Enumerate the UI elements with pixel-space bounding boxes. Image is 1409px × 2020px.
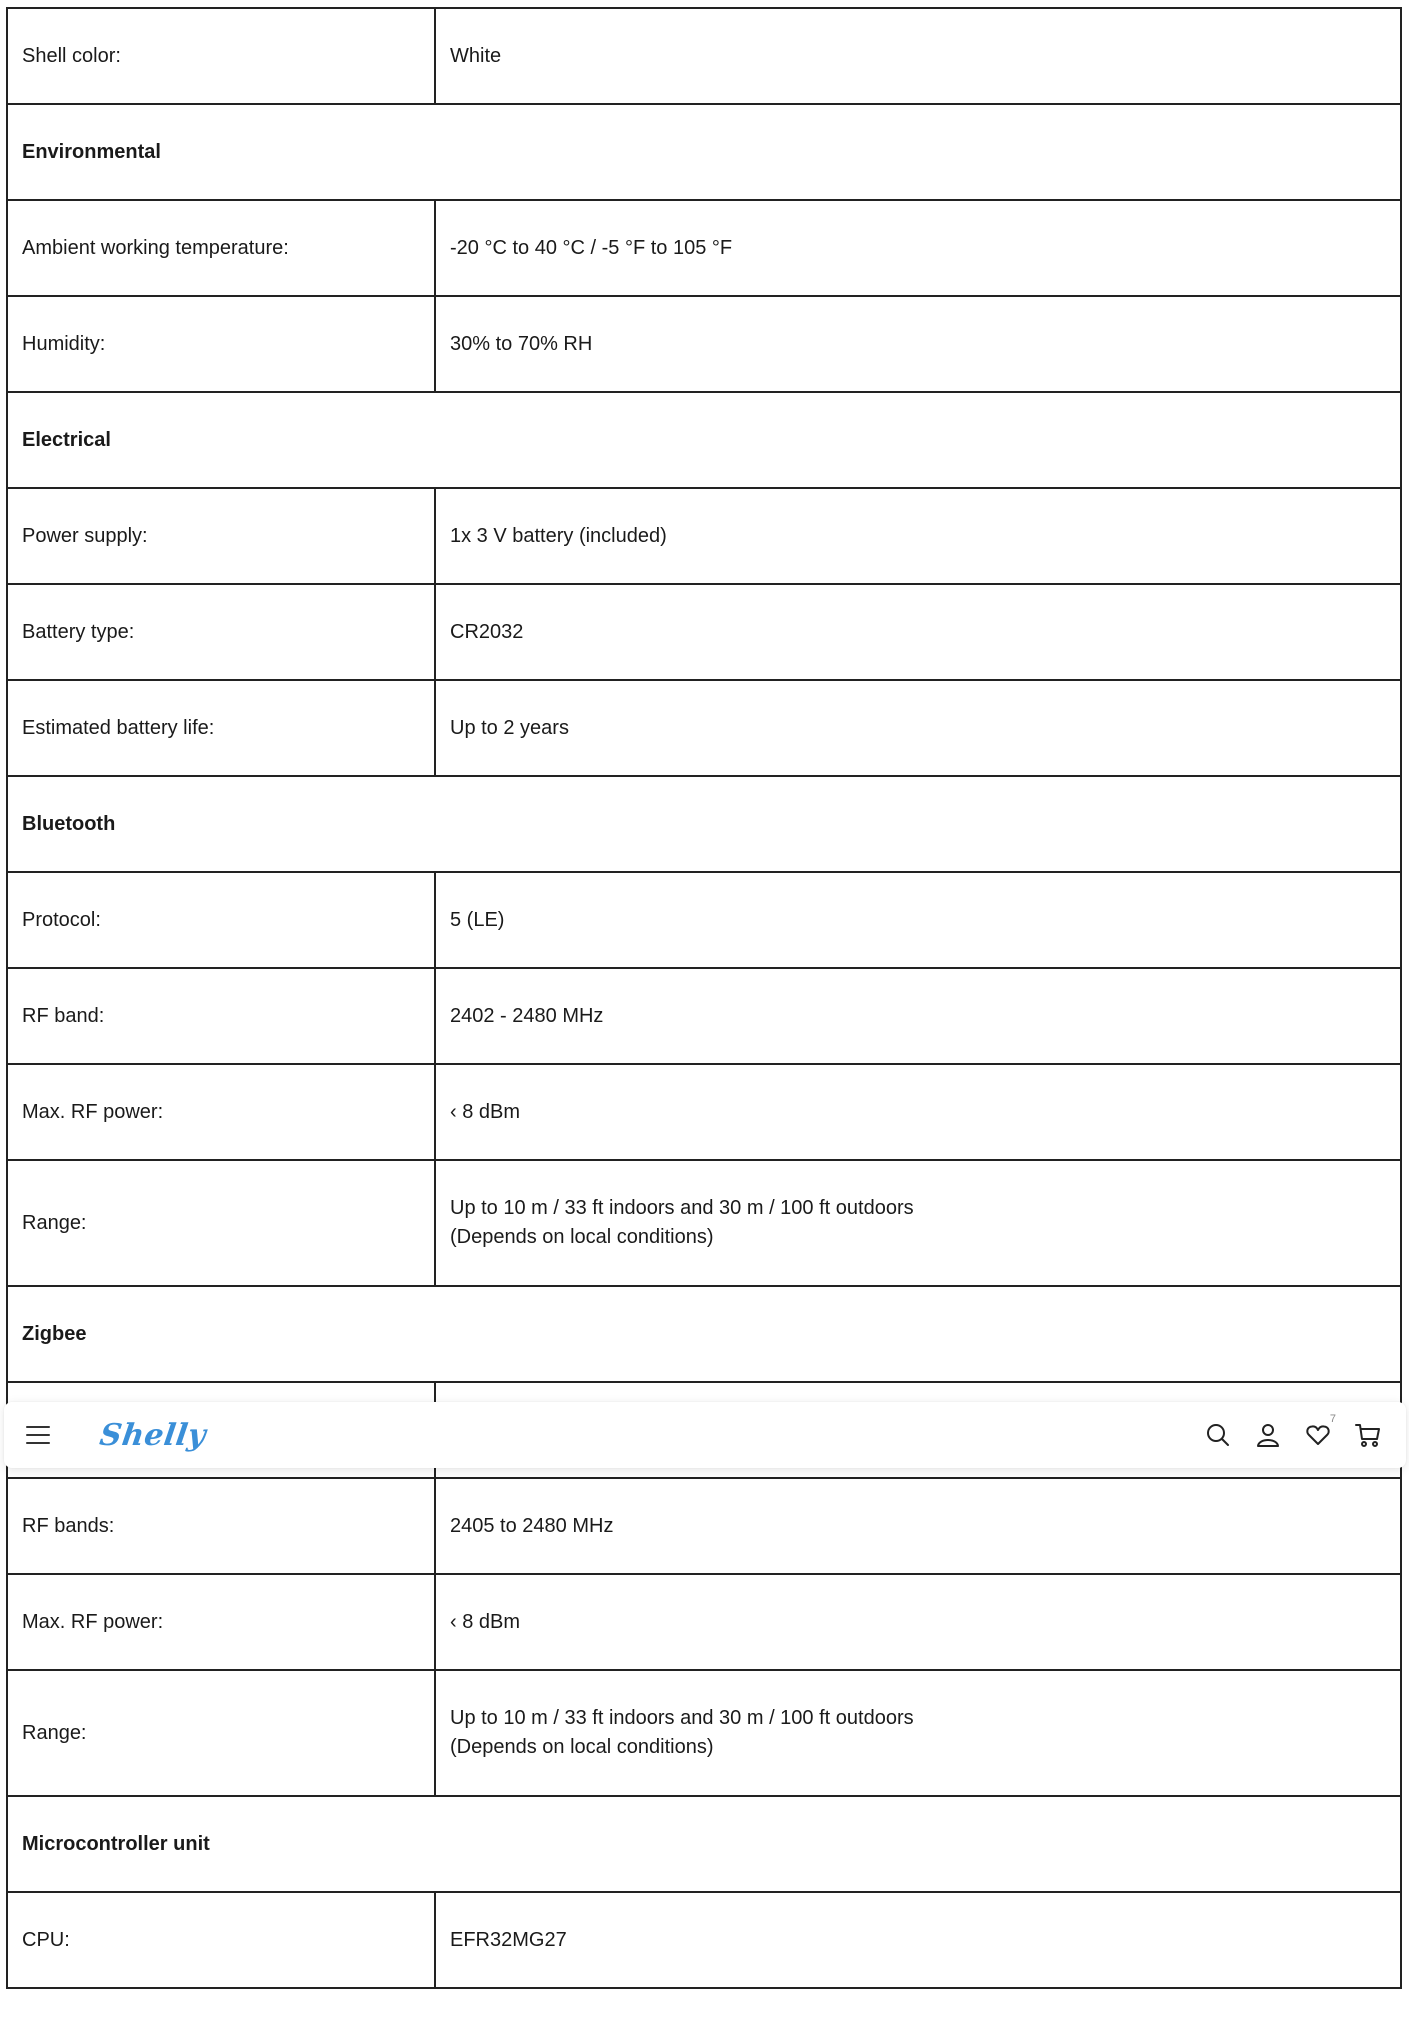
user-icon[interactable] — [1252, 1419, 1284, 1451]
spec-value-line: ‹ 8 dBm — [450, 1100, 521, 1123]
spec-value: EFR32MG27 — [436, 1893, 1400, 1987]
spec-value-line: White — [450, 44, 502, 67]
spec-value-line: 2405 to 2480 MHz — [450, 1514, 614, 1537]
search-icon[interactable] — [1202, 1419, 1234, 1451]
spec-section-heading: Environmental — [22, 140, 161, 163]
spec-value-line: CR2032 — [450, 620, 524, 643]
shelly-logo[interactable]: Shelly — [98, 1418, 209, 1453]
spec-row: Ambient working temperature: -20 °C to 40… — [6, 199, 1402, 297]
spec-row: RF bands: 2405 to 2480 MHz — [6, 1477, 1402, 1575]
spec-row: CPU: EFR32MG27 — [6, 1891, 1402, 1989]
spec-label: RF bands: — [8, 1479, 436, 1573]
spec-value-line: EFR32MG27 — [450, 1928, 567, 1951]
spec-label: Battery type: — [8, 585, 436, 679]
spec-row: Estimated battery life: Up to 2 years — [6, 679, 1402, 777]
spec-table: Shell color: White Environmental Ambient wo… — [6, 7, 1402, 1989]
spec-value: 1x 3 V battery (included) — [436, 489, 1400, 583]
spec-label: Ambient working temperature: — [8, 201, 436, 295]
spec-label: Humidity: — [8, 297, 436, 391]
spec-label: Shell color: — [8, 9, 436, 103]
spec-row: Shell color: White — [6, 7, 1402, 105]
spec-value-line: Up to 2 years — [450, 716, 569, 739]
spec-value: ‹ 8 dBm — [436, 1065, 1400, 1159]
spec-row: Power supply: 1x 3 V battery (included) — [6, 487, 1402, 585]
spec-value: Up to 10 m / 33 ft indoors and 30 m / 10… — [436, 1671, 1400, 1795]
spec-value-line: (Depends on local conditions) — [450, 1736, 714, 1758]
wishlist-count-badge: 7 — [1329, 1413, 1336, 1425]
header-actions: 7 — [1202, 1413, 1384, 1451]
spec-row: Range: Up to 10 m / 33 ft indoors and 30 … — [6, 1159, 1402, 1287]
spec-value: ‹ 8 dBm — [436, 1575, 1400, 1669]
spec-label: Protocol: — [8, 873, 436, 967]
spec-value-line: (Depends on local conditions) — [450, 1226, 714, 1248]
spec-section-heading: Microcontroller unit — [22, 1832, 210, 1855]
spec-value: White — [436, 9, 1400, 103]
spec-value: 5 (LE) — [436, 873, 1400, 967]
spec-label: RF band: — [8, 969, 436, 1063]
spec-value-line: Up to 10 m / 33 ft indoors and 30 m / 10… — [450, 1197, 914, 1219]
spec-section-heading: Electrical — [22, 428, 111, 451]
menu-icon[interactable] — [26, 1426, 50, 1444]
spec-value: 2402 - 2480 MHz — [436, 969, 1400, 1063]
spec-value-line: ‹ 8 dBm — [450, 1610, 521, 1633]
spec-value: -20 °C to 40 °C / -5 °F to 105 °F — [436, 201, 1400, 295]
site-header: Shelly 7 — [4, 1402, 1406, 1468]
spec-section-row: Bluetooth — [6, 775, 1402, 873]
spec-row: Range: Up to 10 m / 33 ft indoors and 30 … — [6, 1669, 1402, 1797]
spec-section-heading: Zigbee — [22, 1322, 87, 1345]
spec-label: CPU: — [8, 1893, 436, 1987]
cart-icon[interactable] — [1352, 1419, 1384, 1451]
spec-value-line: -20 °C to 40 °C / -5 °F to 105 °F — [450, 236, 733, 259]
spec-section-row: Environmental — [6, 103, 1402, 201]
spec-section-row: Electrical — [6, 391, 1402, 489]
spec-section-heading: Bluetooth — [22, 812, 116, 835]
spec-value-line: 30% to 70% RH — [450, 332, 593, 355]
spec-label: Max. RF power: — [8, 1575, 436, 1669]
spec-value-line: 2402 - 2480 MHz — [450, 1004, 604, 1027]
spec-label: Max. RF power: — [8, 1065, 436, 1159]
spec-label: Power supply: — [8, 489, 436, 583]
spec-value: Up to 2 years — [436, 681, 1400, 775]
spec-row: Max. RF power: ‹ 8 dBm — [6, 1573, 1402, 1671]
spec-row: Protocol: 5 (LE) — [6, 871, 1402, 969]
spec-value-line: 5 (LE) — [450, 908, 505, 931]
spec-value: 30% to 70% RH — [436, 297, 1400, 391]
heart-icon[interactable]: 7 — [1302, 1413, 1336, 1451]
spec-label: Range: — [8, 1671, 436, 1795]
spec-value: 2405 to 2480 MHz — [436, 1479, 1400, 1573]
spec-row: Max. RF power: ‹ 8 dBm — [6, 1063, 1402, 1161]
spec-row: Battery type: CR2032 — [6, 583, 1402, 681]
spec-row: RF band: 2402 - 2480 MHz — [6, 967, 1402, 1065]
spec-value-line: Up to 10 m / 33 ft indoors and 30 m / 10… — [450, 1707, 914, 1729]
spec-section-row: Microcontroller unit — [6, 1795, 1402, 1893]
spec-value-line: 1x 3 V battery (included) — [450, 524, 667, 547]
spec-row: Humidity: 30% to 70% RH — [6, 295, 1402, 393]
spec-value: Up to 10 m / 33 ft indoors and 30 m / 10… — [436, 1161, 1400, 1285]
spec-label: Range: — [8, 1161, 436, 1285]
spec-section-row: Zigbee — [6, 1285, 1402, 1383]
spec-value: CR2032 — [436, 585, 1400, 679]
spec-label: Estimated battery life: — [8, 681, 436, 775]
